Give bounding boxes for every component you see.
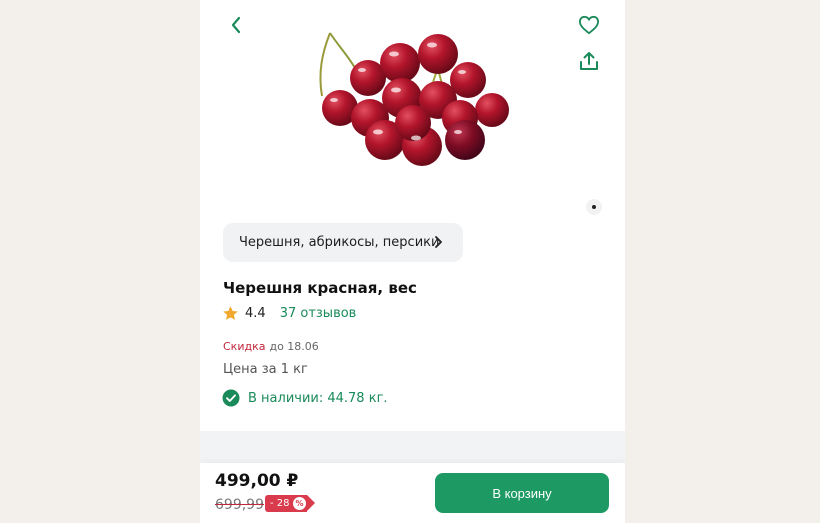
rating-row: 4.4 37 отзывов [222,305,356,322]
back-button[interactable] [224,12,248,38]
purchase-bar: 499,00 ₽ 699,99 - 28 % В корзину [200,463,625,523]
chevron-left-icon [231,16,241,34]
gallery-indicator[interactable] [586,199,602,215]
rating-value: 4.4 [245,306,266,321]
discount-badge: - 28 % [265,495,315,512]
old-price: 699,99 [215,497,264,513]
discount-until: до 18.06 [269,340,319,353]
star-icon [223,306,238,320]
stock-text: В наличии: 44.78 кг. [248,390,388,406]
unit-price-label: Цена за 1 кг [223,362,308,377]
discount-info: Скидка до 18.06 [223,340,319,353]
discount-percent: - 28 [270,498,290,509]
product-title: Черешня красная, вес [223,279,417,297]
favorite-button[interactable] [576,12,602,38]
stock-status: В наличии: 44.78 кг. [222,389,388,407]
share-icon [580,52,598,70]
gallery-dot [592,205,596,209]
reviews-link[interactable]: 37 отзывов [280,306,357,321]
category-label: Черешня, абрикосы, персики [239,235,440,250]
section-divider [200,431,625,463]
percent-icon: % [293,497,306,510]
chevron-right-icon [435,236,442,248]
add-to-cart-button[interactable]: В корзину [435,473,609,513]
heart-icon [578,15,600,35]
current-price: 499,00 ₽ [215,471,299,491]
product-screen: Черешня, абрикосы, персики Черешня красн… [200,0,625,523]
share-button[interactable] [576,48,602,74]
discount-label: Скидка [223,340,266,353]
product-photo [319,32,509,166]
category-chip[interactable]: Черешня, абрикосы, персики [223,223,463,262]
check-circle-icon [222,389,240,407]
